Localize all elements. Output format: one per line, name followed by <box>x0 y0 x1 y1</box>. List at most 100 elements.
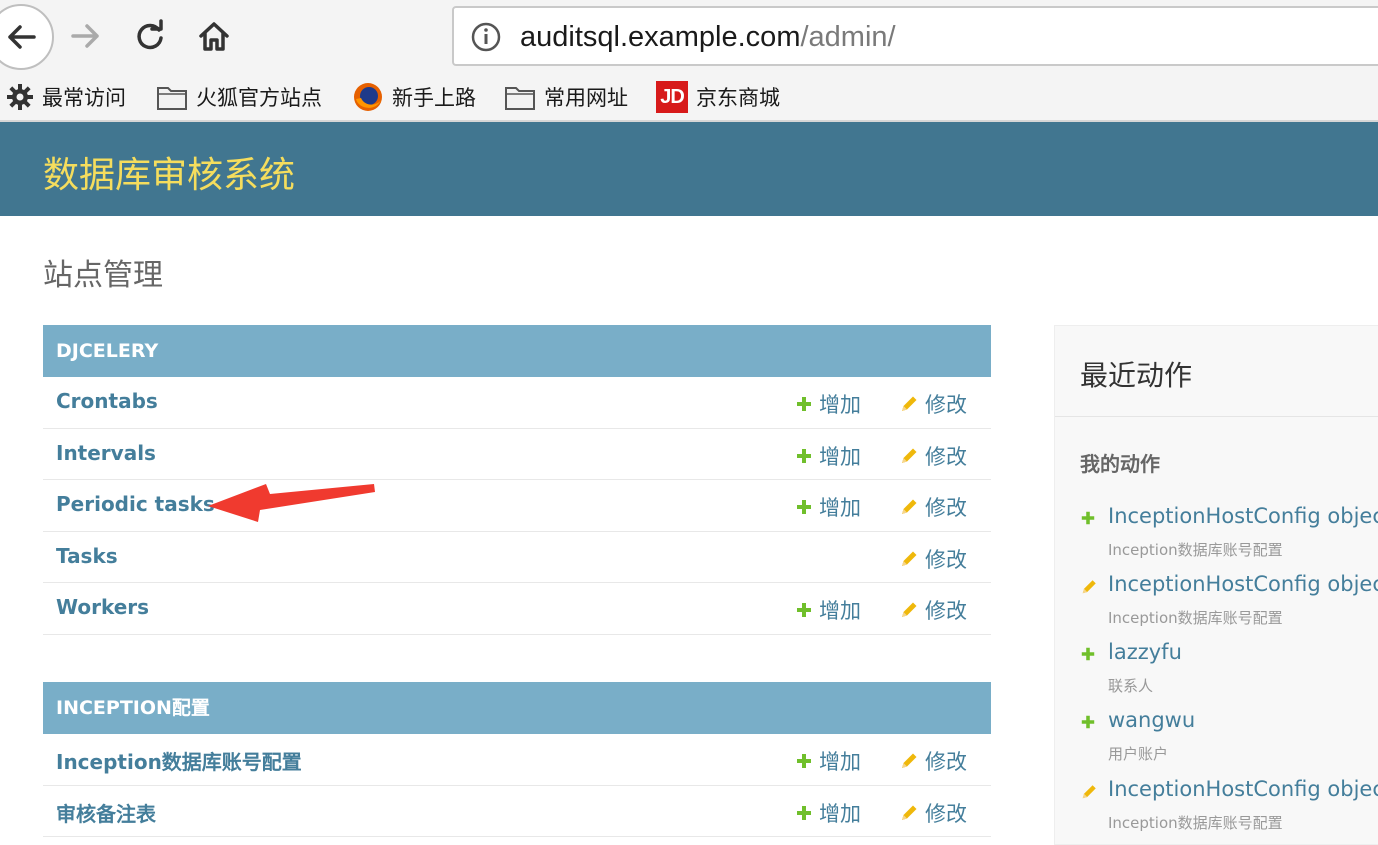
folder-icon <box>157 87 187 110</box>
bookmark-getting-started[interactable]: 新手上路 <box>352 80 476 114</box>
change-label: 修改 <box>925 547 967 572</box>
pencil-icon <box>1082 580 1096 594</box>
bookmark-label: 最常访问 <box>42 86 126 110</box>
change-link[interactable]: 修改 <box>899 544 967 574</box>
bookmark-common-sites[interactable]: 常用网址 <box>504 80 628 114</box>
recent-action-link[interactable]: InceptionHostConfig object (1 <box>1108 572 1378 596</box>
add-label: 增加 <box>819 750 861 774</box>
change-link[interactable]: 修改 <box>899 389 967 419</box>
pencil-icon <box>1082 785 1096 799</box>
url-path: /admin/ <box>800 21 896 53</box>
plus-icon <box>797 500 811 515</box>
browser-toolbar: auditsql.example.com/admin/ <box>0 0 1378 74</box>
divider <box>1055 416 1378 417</box>
recent-action-link[interactable]: wangwu <box>1108 708 1195 732</box>
change-link[interactable]: 修改 <box>899 595 967 625</box>
change-link[interactable]: 修改 <box>899 798 967 828</box>
plus-icon <box>1081 715 1095 729</box>
pencil-icon <box>902 551 917 566</box>
model-link[interactable]: Tasks <box>56 544 118 568</box>
back-button[interactable] <box>0 4 54 70</box>
recent-action-type: 联系人 <box>1108 677 1154 695</box>
url-host: auditsql.example.com <box>520 21 801 53</box>
my-actions-title: 我的动作 <box>1080 452 1160 476</box>
model-link[interactable]: Periodic tasks <box>56 492 215 516</box>
model-link[interactable]: Crontabs <box>56 389 158 413</box>
plus-icon <box>1081 647 1095 661</box>
url-text[interactable]: auditsql.example.com/admin/ <box>520 21 896 54</box>
model-row-periodic-tasks: Periodic tasks 增加 修改 <box>43 480 991 532</box>
model-link[interactable]: 审核备注表 <box>56 798 156 827</box>
add-label: 增加 <box>819 496 861 521</box>
plus-icon <box>797 603 811 618</box>
recent-action-type: Inception数据库账号配置 <box>1108 609 1283 627</box>
plus-icon <box>1081 511 1095 525</box>
folder-icon <box>505 87 535 110</box>
model-row-crontabs: Crontabs 增加 修改 <box>43 377 991 429</box>
model-link[interactable]: Inception数据库账号配置 <box>56 746 302 775</box>
bookmark-most-visited[interactable]: 最常访问 <box>6 80 126 114</box>
add-label: 增加 <box>819 393 861 417</box>
info-icon[interactable] <box>470 21 502 53</box>
add-link[interactable]: 增加 <box>795 492 861 522</box>
model-row-audit-remarks: 审核备注表 增加 修改 <box>43 786 991 838</box>
firefox-icon <box>354 83 382 111</box>
back-arrow-icon <box>8 25 36 49</box>
recent-action-link[interactable]: InceptionHostConfig object (2 <box>1108 504 1378 528</box>
pencil-icon <box>902 448 917 463</box>
model-row-tasks: Tasks 修改 <box>43 532 991 584</box>
home-button[interactable] <box>184 6 244 66</box>
change-label: 修改 <box>925 750 967 774</box>
reload-icon <box>137 19 163 50</box>
recent-action-link[interactable]: InceptionHostConfig object (1 <box>1108 777 1378 801</box>
forward-arrow-icon <box>71 24 99 48</box>
model-link[interactable]: Intervals <box>56 441 156 465</box>
bookmark-firefox-site[interactable]: 火狐官方站点 <box>156 80 322 114</box>
change-link[interactable]: 修改 <box>899 746 967 776</box>
plus-icon <box>797 754 811 768</box>
model-link[interactable]: Workers <box>56 595 149 619</box>
home-icon <box>199 22 229 51</box>
model-row-inception-db-account: Inception数据库账号配置 增加 修改 <box>43 734 991 786</box>
recent-action-type: Inception数据库账号配置 <box>1108 541 1283 559</box>
recent-action-link[interactable]: lazzyfu <box>1108 640 1182 664</box>
add-link[interactable]: 增加 <box>795 441 861 471</box>
model-row-intervals: Intervals 增加 修改 <box>43 429 991 481</box>
add-link[interactable]: 增加 <box>795 746 861 776</box>
change-link[interactable]: 修改 <box>899 441 967 471</box>
url-bar[interactable]: auditsql.example.com/admin/ <box>452 6 1378 66</box>
bookmark-label: 新手上路 <box>392 86 476 110</box>
module-inception-config: INCEPTION配置 Inception数据库账号配置 增加 修改 审核备注表… <box>43 682 991 838</box>
bookmark-label: 京东商城 <box>696 86 780 110</box>
change-label: 修改 <box>925 599 967 624</box>
recent-actions-panel: 最近动作 我的动作 InceptionHostConfig object (2 … <box>1054 325 1378 845</box>
jd-logo-icon: JD <box>656 81 688 113</box>
annotation-arrow-icon <box>208 484 375 522</box>
bookmark-jd[interactable]: JD 京东商城 <box>656 80 780 114</box>
pencil-icon <box>902 499 917 515</box>
recent-action-type: 用户账户 <box>1108 745 1169 763</box>
module-djcelery: DJCELERY Crontabs 增加 修改 Intervals 增加 修改 … <box>43 325 991 635</box>
pencil-icon <box>902 396 917 411</box>
gear-icon <box>7 84 33 110</box>
change-label: 修改 <box>925 444 967 469</box>
add-label: 增加 <box>819 801 861 826</box>
module-caption[interactable]: DJCELERY <box>43 325 991 377</box>
bookmarks-bar: 最常访问 火狐官方站点 新手上路 常用网址 JD 京东商城 <box>0 74 1378 122</box>
site-header: 数据库审核系统 <box>0 122 1378 216</box>
bookmark-label: 常用网址 <box>544 86 628 110</box>
module-caption[interactable]: INCEPTION配置 <box>43 682 991 734</box>
forward-button[interactable] <box>56 6 116 66</box>
model-row-workers: Workers 增加 修改 <box>43 583 991 635</box>
add-link[interactable]: 增加 <box>795 389 861 419</box>
site-title[interactable]: 数据库审核系统 <box>43 146 295 198</box>
change-label: 修改 <box>925 393 967 417</box>
recent-actions-title: 最近动作 <box>1080 359 1193 392</box>
add-link[interactable]: 增加 <box>795 595 861 625</box>
recent-action-type: Inception数据库账号配置 <box>1108 814 1283 832</box>
add-link[interactable]: 增加 <box>795 798 861 828</box>
plus-icon <box>797 448 811 463</box>
change-link[interactable]: 修改 <box>899 492 967 522</box>
reload-button[interactable] <box>120 6 180 66</box>
add-label: 增加 <box>819 599 861 624</box>
